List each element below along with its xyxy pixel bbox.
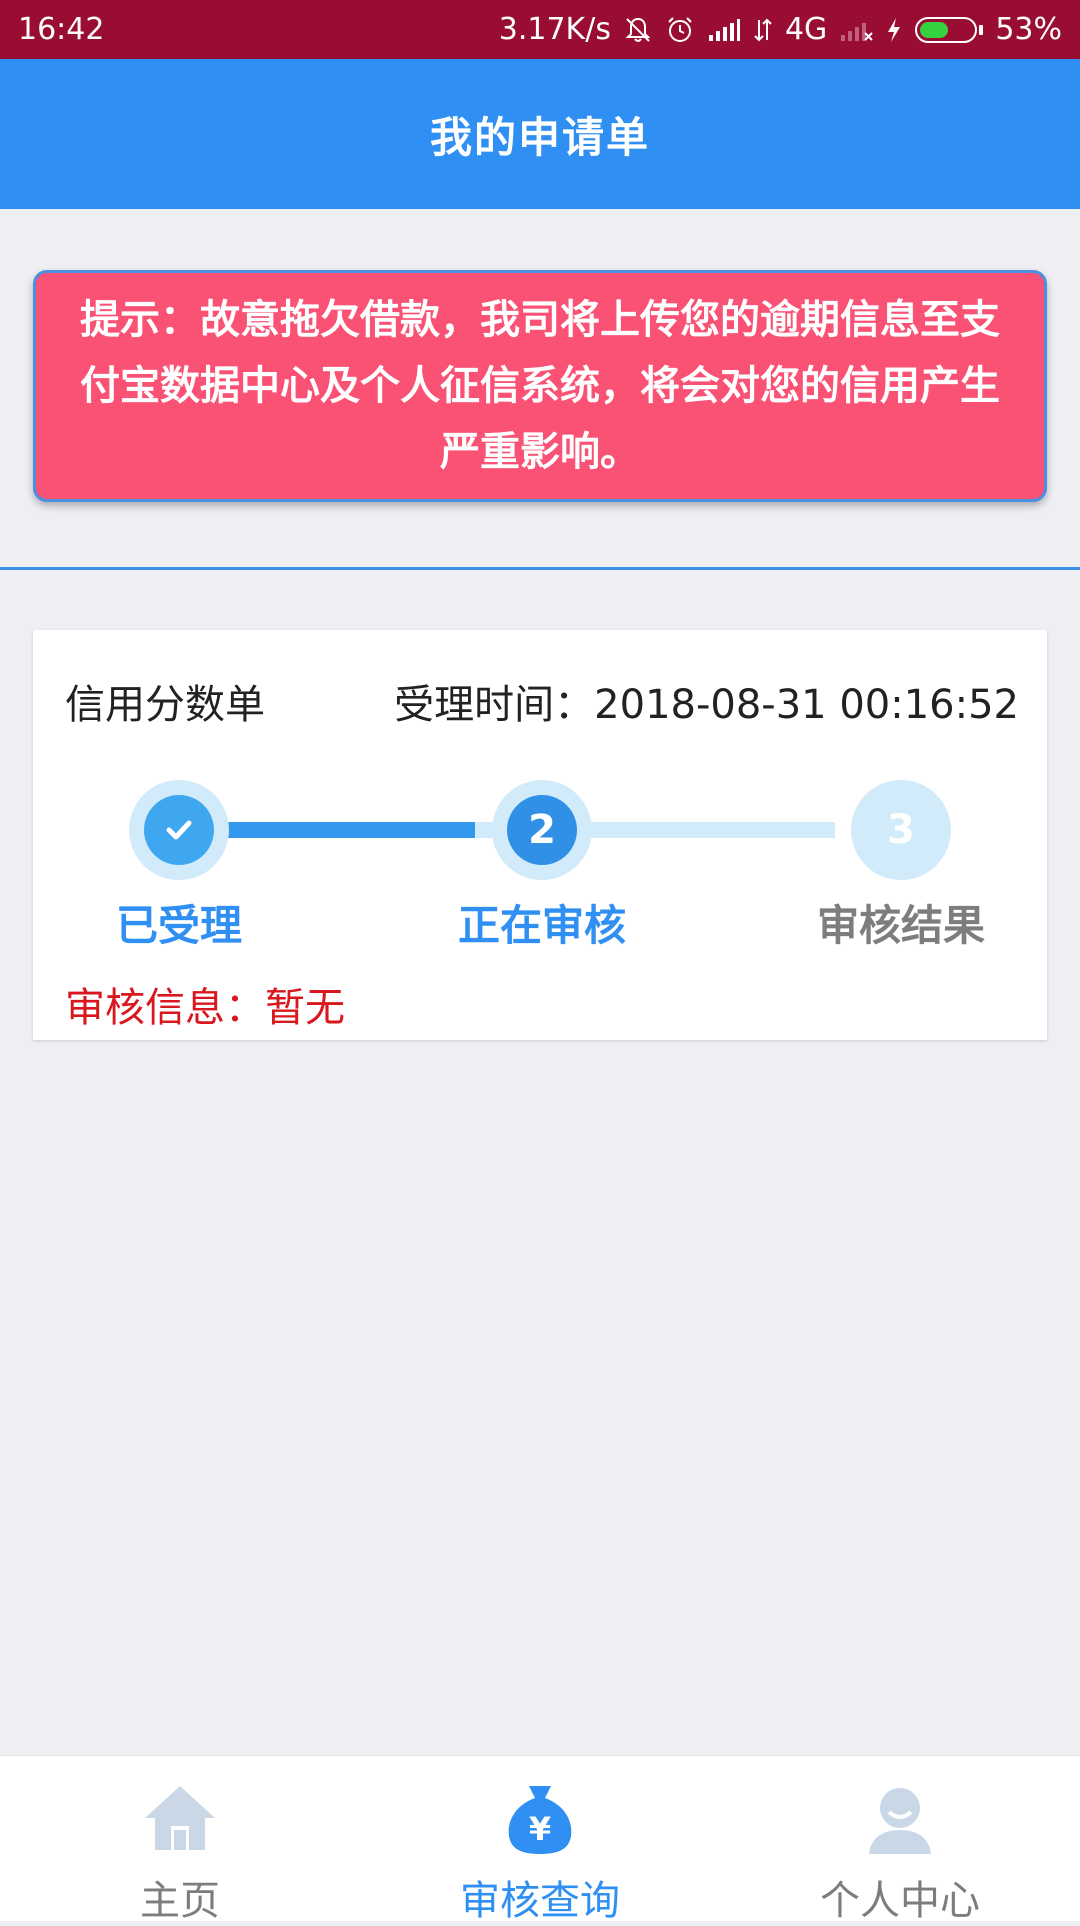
- page-title: 我的申请单: [429, 112, 650, 162]
- step-2-label: 正在审核: [457, 901, 626, 950]
- step-2-indicator: 2: [492, 780, 592, 880]
- step-1-label: 已受理: [115, 901, 242, 950]
- accept-time: 受理时间：2018-08-31 00:16:52: [394, 682, 1019, 728]
- bottom-nav: 主页 ¥ 审核查询 个人中心: [0, 1755, 1080, 1924]
- nav-personal-center-label: 个人中心: [820, 1878, 980, 1924]
- status-time: 16:42: [18, 12, 105, 47]
- svg-text:¥: ¥: [529, 1810, 551, 1848]
- step-3-number: 3: [866, 795, 936, 865]
- step-3-indicator: 3: [851, 780, 951, 880]
- user-icon: [860, 1780, 940, 1858]
- review-info: 审核信息：暂无: [65, 985, 345, 1031]
- alarm-icon: [665, 15, 695, 45]
- nav-home-label: 主页: [140, 1878, 220, 1924]
- signal-weak-icon: [839, 17, 874, 43]
- step-2-number: 2: [507, 795, 577, 865]
- signal-icon: [707, 17, 741, 43]
- warning-text: 提示：故意拖欠借款，我司将上传您的逾期信息至支付宝数据中心及个人征信系统，将会对…: [80, 297, 1000, 475]
- warning-banner: 提示：故意拖欠借款，我司将上传您的逾期信息至支付宝数据中心及个人征信系统，将会对…: [33, 270, 1047, 502]
- charging-icon: [885, 16, 903, 44]
- battery-percent: 53%: [995, 12, 1062, 47]
- nav-review-query[interactable]: ¥ 审核查询: [360, 1756, 720, 1924]
- nav-review-query-label: 审核查询: [460, 1878, 620, 1924]
- check-icon: [166, 820, 192, 840]
- card-title: 信用分数单: [65, 682, 265, 728]
- money-bag-icon: ¥: [500, 1780, 580, 1858]
- nav-home[interactable]: 主页: [0, 1756, 360, 1924]
- network-speed: 3.17K/s: [498, 12, 611, 47]
- section-divider: [0, 567, 1080, 570]
- progress-steps: 2 3 已受理 正在审核 审核结果: [33, 770, 1047, 970]
- nav-personal-center[interactable]: 个人中心: [720, 1756, 1080, 1924]
- application-card[interactable]: 信用分数单 受理时间：2018-08-31 00:16:52 2 3 已受理 正…: [33, 630, 1047, 1040]
- data-arrows-icon: [753, 16, 773, 44]
- status-bar: 16:42 3.17K/s 4G 53%: [0, 0, 1080, 59]
- step-3-label: 审核结果: [816, 901, 985, 950]
- network-type: 4G: [784, 12, 828, 47]
- battery-icon: [915, 16, 984, 43]
- home-icon: [140, 1780, 220, 1858]
- app-header: 我的申请单: [0, 59, 1080, 209]
- step-1-indicator: [129, 780, 229, 880]
- mute-icon: [623, 15, 653, 45]
